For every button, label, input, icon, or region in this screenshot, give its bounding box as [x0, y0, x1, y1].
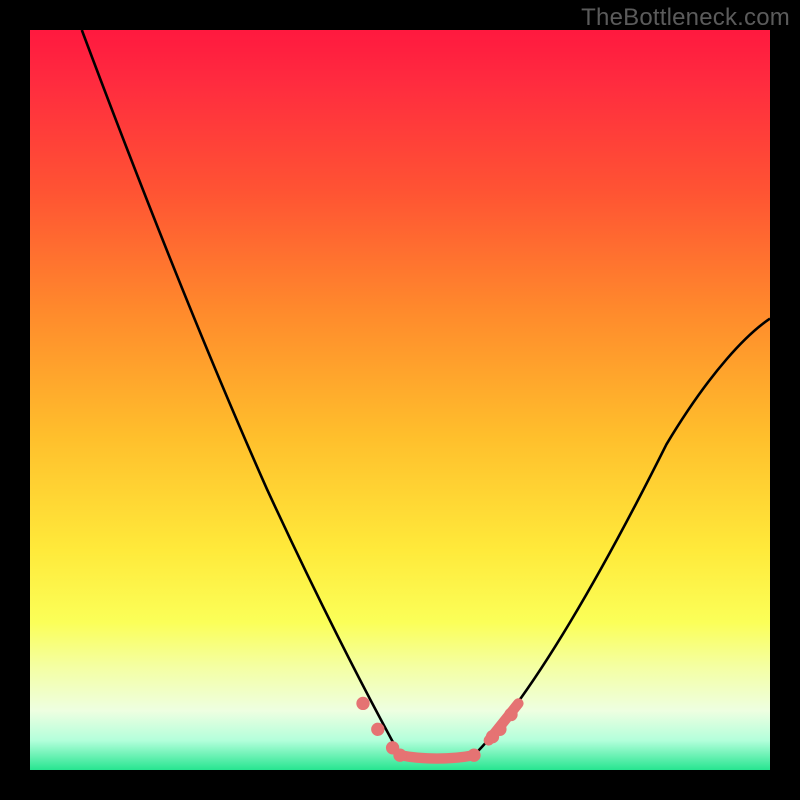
marker-dot	[356, 697, 369, 710]
plot-area	[30, 30, 770, 770]
curve-left-branch	[82, 30, 400, 755]
marker-dot	[393, 749, 406, 762]
marker-dot	[371, 723, 384, 736]
curve-layer	[30, 30, 770, 770]
curve-right-branch	[474, 319, 770, 756]
marker-dot	[504, 708, 517, 721]
marker-segment-valley	[400, 755, 474, 758]
marker-dot	[467, 749, 480, 762]
marker-dot	[493, 723, 506, 736]
watermark-text: TheBottleneck.com	[581, 4, 790, 32]
chart-frame: TheBottleneck.com	[0, 0, 800, 800]
